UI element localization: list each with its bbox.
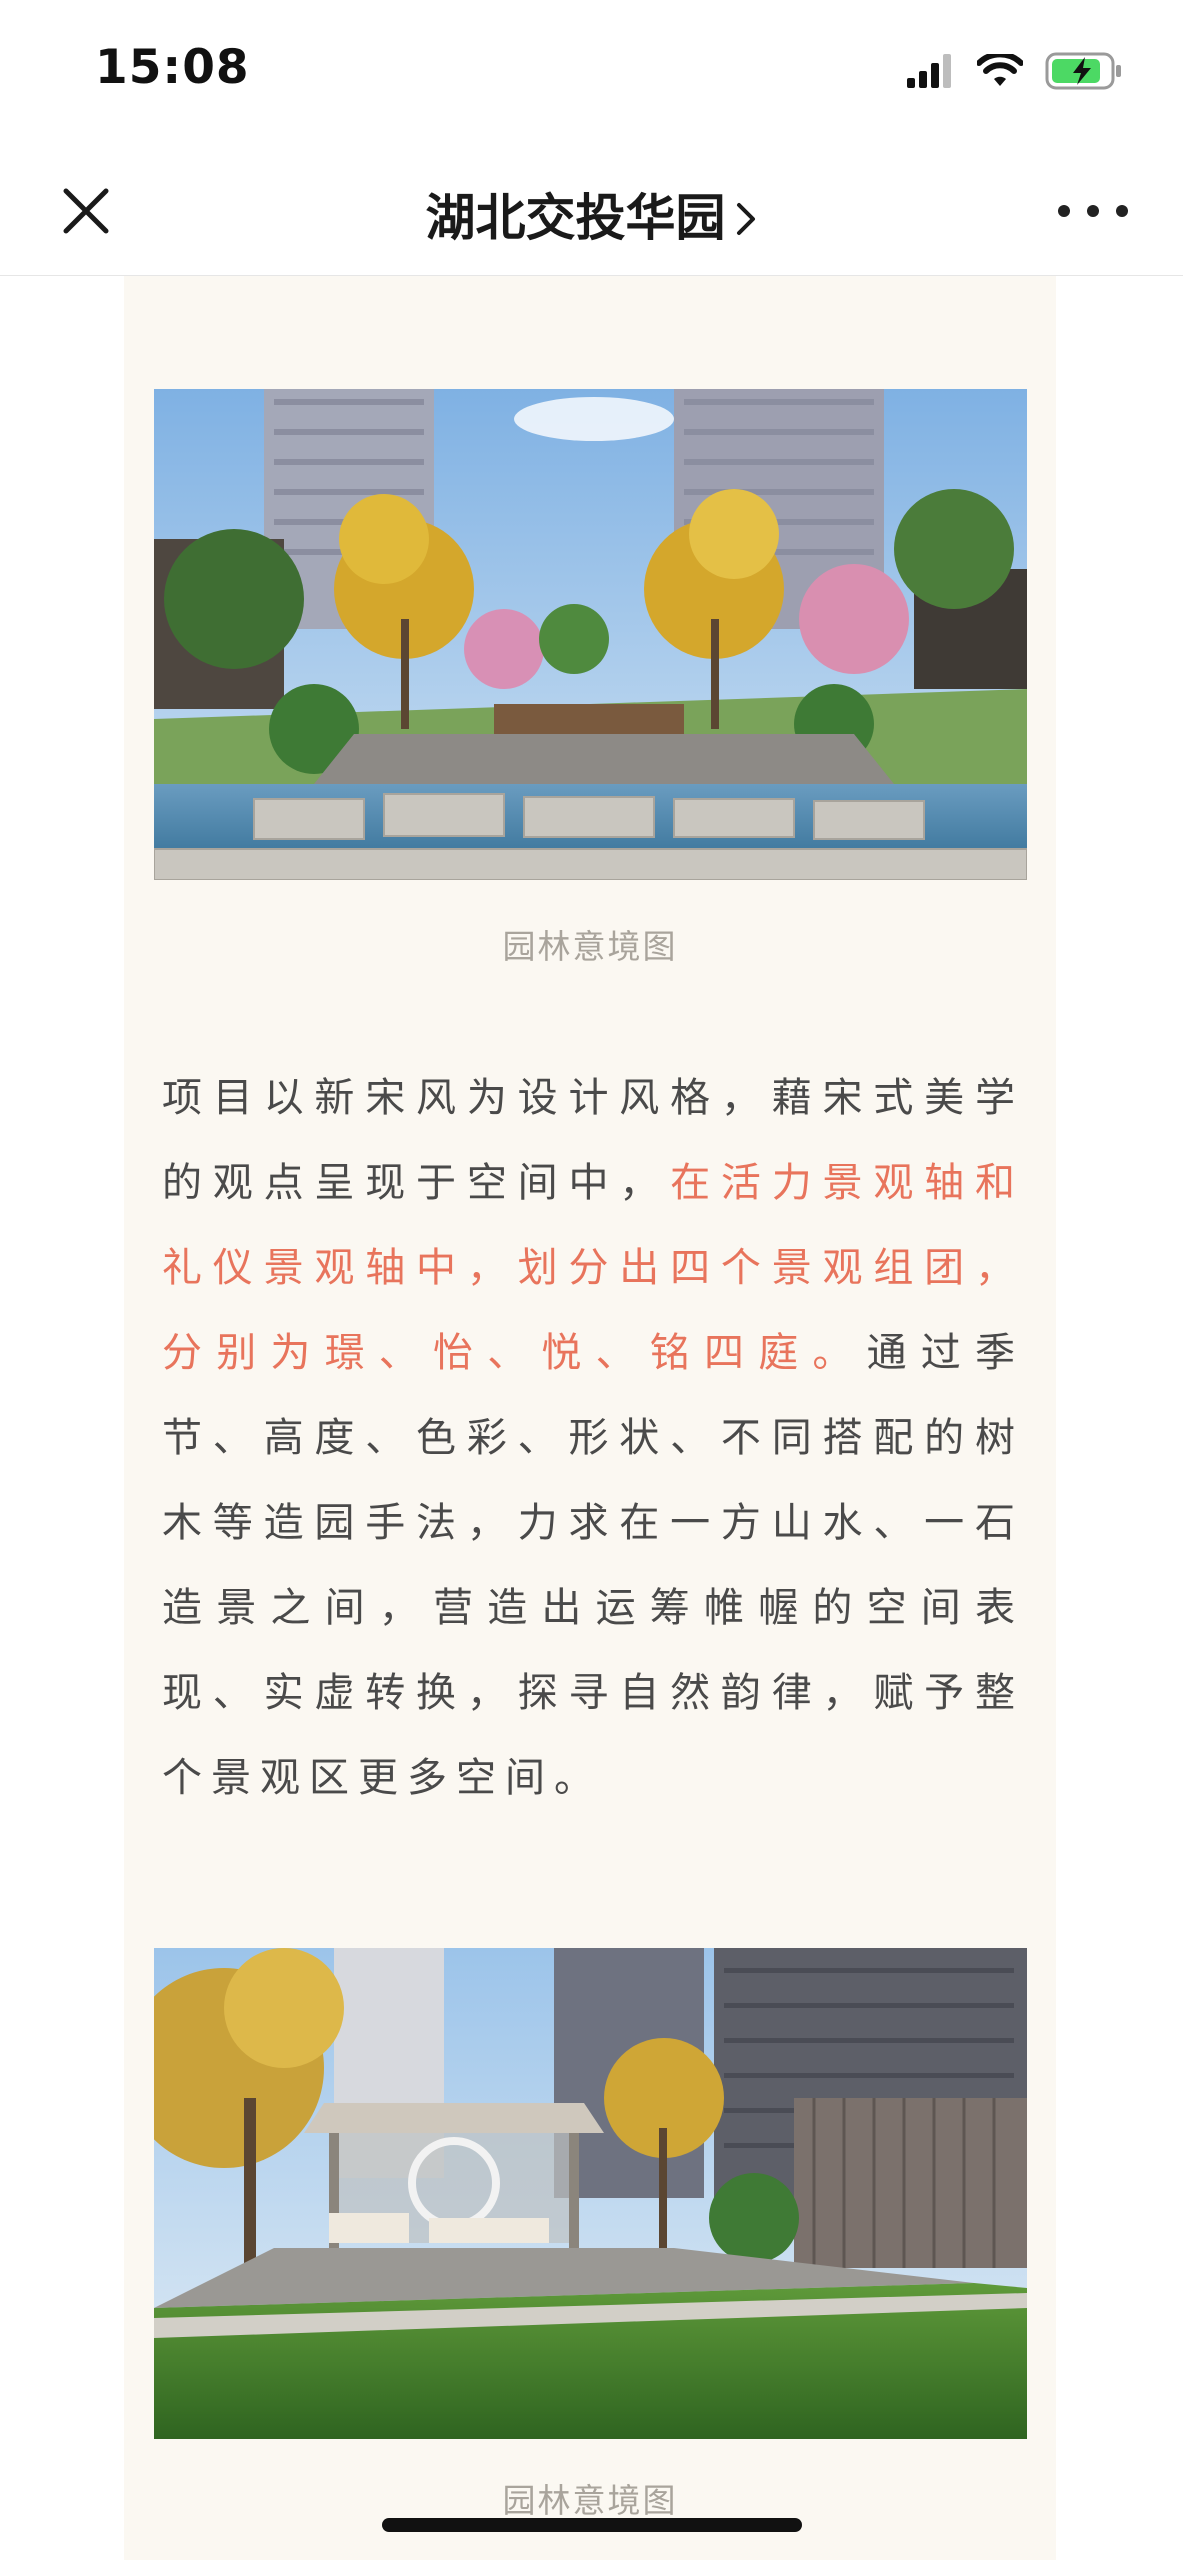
status-time: 15:08 [95,40,250,95]
nav-bar: 湖北交投华园 [0,150,1183,276]
more-icon [1058,205,1070,217]
image-caption-2: 园林意境图 [502,2481,678,2520]
garden-rendering-image-1[interactable] [154,389,1027,880]
status-bar: 15:08 [0,0,1183,150]
garden-rendering-illustration-1 [154,389,1027,880]
article-paragraph: 项目以新宋风为设计风格，藉宋式美学的观点呈现于空间中，在活力景观轴和礼仪景观轴中… [162,1056,1024,1821]
account-title-link[interactable]: 湖北交投华园 [0,178,1183,251]
page-title: 湖北交投华园 [425,189,726,247]
home-indicator[interactable] [382,2518,802,2532]
more-icon-dot [1087,205,1099,217]
image-caption-1: 园林意境图 [502,927,678,966]
paragraph-text-part-2: 通过季节、高度、色彩、形状、不同搭配的树木等造园手法，力求在一方山水、一石造景之… [162,1330,1025,1801]
chevron-right-icon [734,193,758,251]
more-button[interactable] [1058,190,1128,232]
garden-rendering-illustration-2 [154,1948,1027,2439]
wifi-icon [976,51,1024,92]
signal-icon [907,54,955,92]
more-icon-dot [1116,205,1128,217]
battery-charging-icon [1045,52,1123,94]
status-icons [907,51,1123,94]
screen: 15:08 湖北交投华园 园林意境图 项目以新宋风为设计风格，藉宋式美学的观点呈… [0,0,1183,2560]
garden-rendering-image-2[interactable] [154,1948,1027,2439]
article-body: 园林意境图 项目以新宋风为设计风格，藉宋式美学的观点呈现于空间中，在活力景观轴和… [124,276,1056,2560]
